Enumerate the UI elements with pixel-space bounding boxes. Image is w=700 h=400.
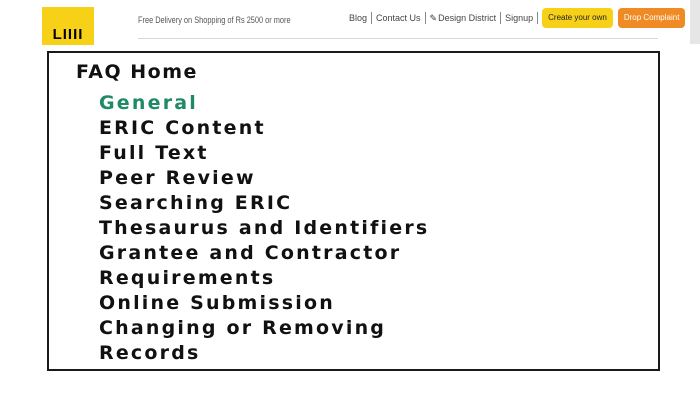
faq-link-label: ERIC Content <box>99 117 266 139</box>
nav-link-contact-us[interactable]: Contact Us <box>372 13 425 23</box>
faq-link-label: Searching ERIC <box>99 192 293 214</box>
nav-divider <box>537 12 539 24</box>
top-nav: Blog Contact Us ✎Design District Signup … <box>345 8 700 28</box>
faq-link[interactable]: Grantee and Contractor Requirements <box>99 241 429 291</box>
faq-link-label: Requirements <box>99 267 276 289</box>
faq-link-label: Full Text <box>99 142 209 164</box>
promo-banner: Free Delivery on Shopping of Rs 2500 or … <box>138 15 291 25</box>
header-divider <box>138 38 658 39</box>
nav-link-design-district[interactable]: ✎Design District <box>426 13 501 24</box>
faq-link[interactable]: Online Submission <box>99 291 429 316</box>
faq-link[interactable]: Searching ERIC <box>99 191 429 216</box>
faq-link[interactable]: Full Text <box>99 141 429 166</box>
faq-link-label: Thesaurus and Identifiers <box>99 217 430 239</box>
faq-link-label: Online Submission <box>99 292 335 314</box>
brand-logo[interactable]: LIIII <box>42 7 94 45</box>
faq-link-label: Records <box>99 342 201 364</box>
faq-link[interactable]: Thesaurus and Identifiers <box>99 216 429 241</box>
drop-complaint-button[interactable]: Drop Complaint <box>617 8 686 28</box>
faq-panel: FAQ Home General ERIC Content Full Text Pee… <box>47 51 660 371</box>
faq-link-label: General <box>99 92 198 114</box>
pencil-icon: ✎ <box>429 12 438 23</box>
faq-title: FAQ Home <box>76 61 198 83</box>
faq-link-label: Grantee and Contractor <box>99 242 402 264</box>
faq-list: General ERIC Content Full Text Peer Review S… <box>99 91 429 366</box>
create-your-own-button[interactable]: Create your own <box>542 8 613 28</box>
scrollbar-edge <box>690 0 700 44</box>
nav-link-signup[interactable]: Signup <box>501 13 537 23</box>
nav-link-blog[interactable]: Blog <box>345 13 371 23</box>
faq-link[interactable]: Peer Review <box>99 166 429 191</box>
faq-link[interactable]: Changing or Removing Records <box>99 316 429 366</box>
logo-text: LIIII <box>52 26 84 43</box>
nav-link-design-district-label: Design District <box>438 12 497 23</box>
faq-link[interactable]: ERIC Content <box>99 116 429 141</box>
faq-link-label: Changing or Removing <box>99 317 387 339</box>
site-header: LIIII Free Delivery on Shopping of Rs 25… <box>0 0 700 45</box>
faq-link[interactable]: General <box>99 91 429 116</box>
faq-link-label: Peer Review <box>99 167 256 189</box>
